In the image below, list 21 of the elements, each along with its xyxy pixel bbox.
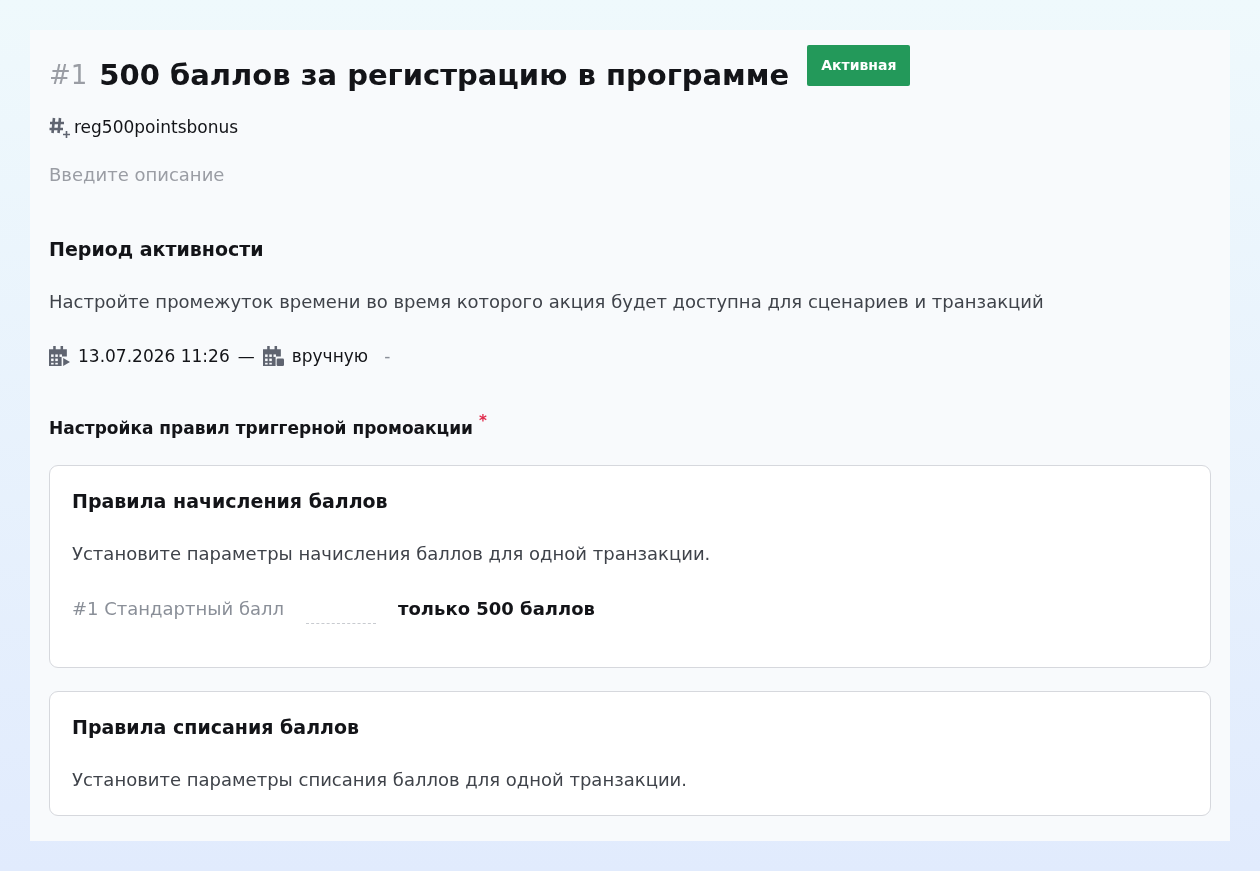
- end-dash: -: [384, 346, 391, 366]
- card-hint: Установите параметры списания баллов для одной транзакции.: [72, 768, 688, 792]
- section-heading: Период активности: [49, 237, 265, 262]
- rule-value: только 500 баллов: [398, 597, 595, 619]
- required-mark: *: [479, 414, 487, 428]
- promo-title: 500 баллов за регистрацию в программе: [99, 57, 790, 94]
- hash-plus-icon: [49, 116, 71, 138]
- calendar-play-icon: [49, 345, 70, 367]
- card-hint: Установите параметры начисления баллов для одной транзакции.: [72, 542, 712, 566]
- rule-name: #1 Стандартный балл: [72, 597, 285, 619]
- card-title: Правила начисления баллов: [72, 489, 389, 514]
- section-heading: Настройка правил триггерной промоакции: [49, 417, 473, 440]
- description-field[interactable]: Введите описание: [49, 160, 449, 188]
- status-badge: Активная: [807, 45, 911, 86]
- promo-number: #1: [49, 59, 88, 92]
- date-dash: —: [237, 346, 255, 366]
- start-date[interactable]: 13.07.2026 11:26: [78, 346, 230, 366]
- card-title: Правила списания баллов: [72, 715, 361, 740]
- promo-code: reg500pointsbonus: [74, 117, 239, 137]
- end-date[interactable]: вручную: [291, 346, 369, 366]
- section-hint: Настройте промежуток времени во время которого акция будет доступна для сценариев и транзакций: [49, 290, 1045, 314]
